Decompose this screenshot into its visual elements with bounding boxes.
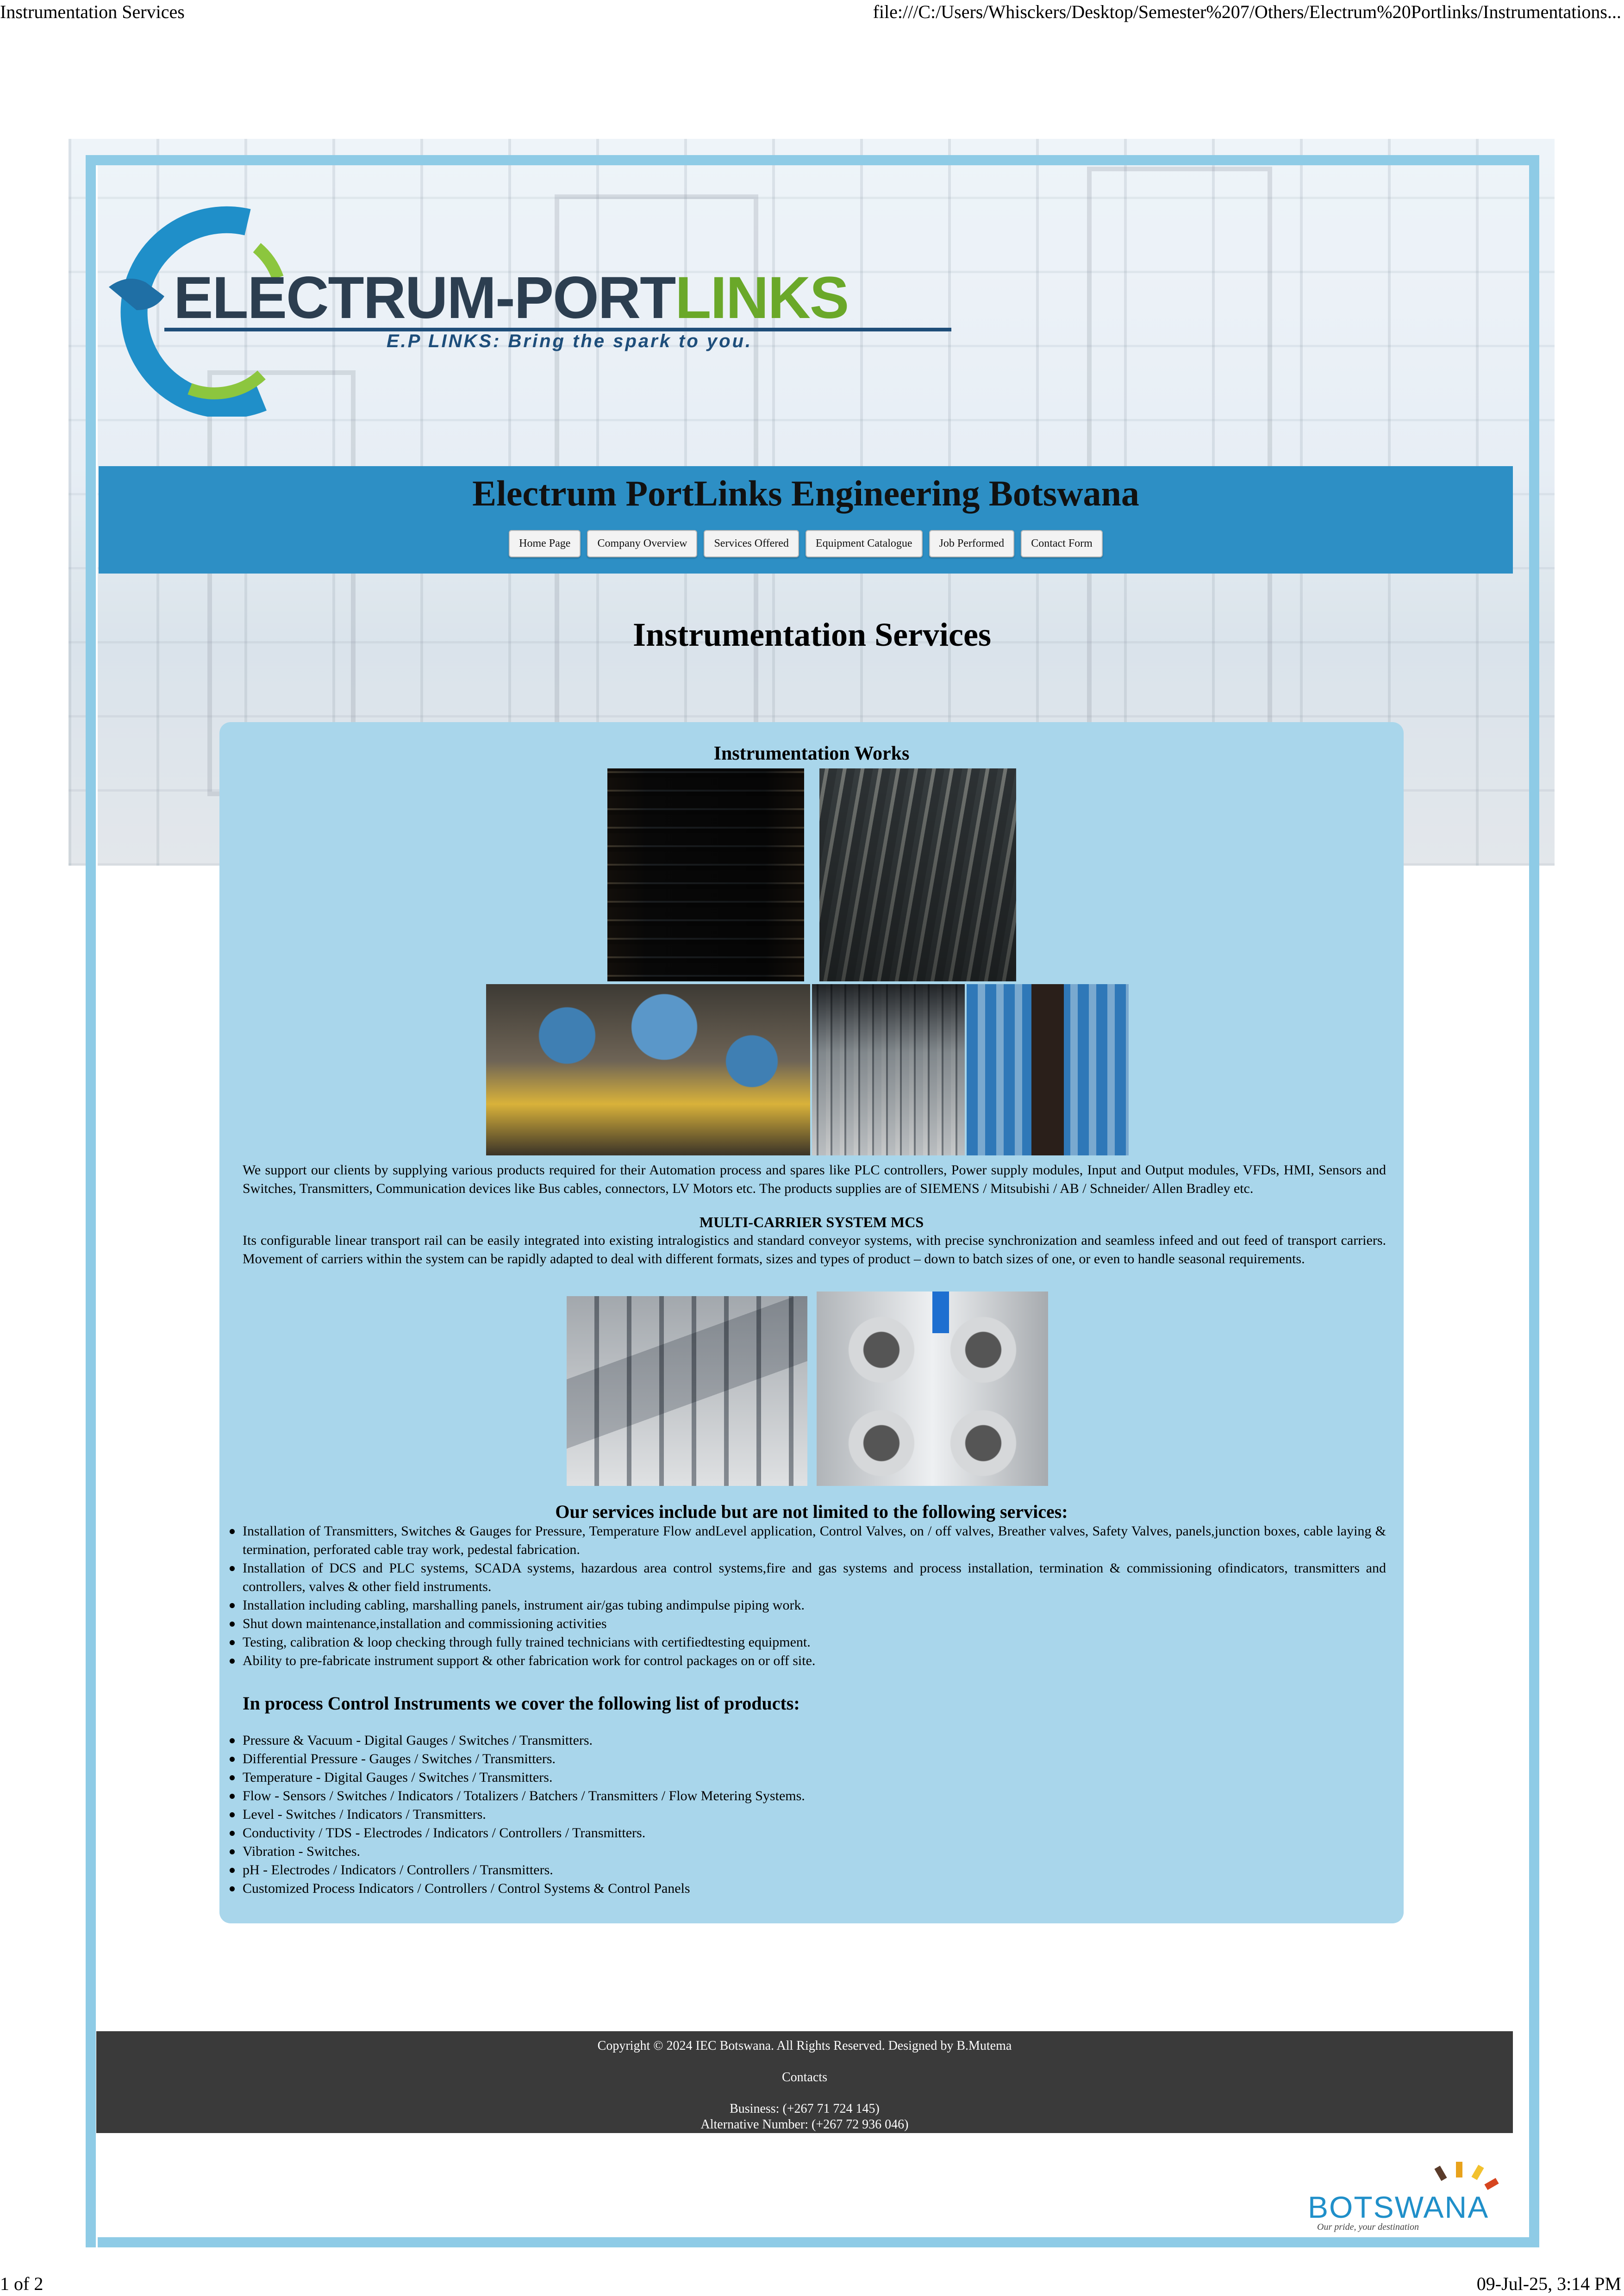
print-datetime: 09-Jul-25, 3:14 PM (1476, 2273, 1621, 2294)
list-item: Flow - Sensors / Switches / Indicators /… (230, 1787, 1386, 1805)
content-panel: Instrumentation Works We support our cli… (219, 722, 1404, 1923)
company-logo[interactable]: ELECTRUM-PORTLINKS E.P LINKS: Bring the … (95, 204, 956, 417)
list-item: Temperature - Digital Gauges / Switches … (230, 1768, 1386, 1787)
list-item: Level - Switches / Indicators / Transmit… (230, 1805, 1386, 1824)
print-page-title: Instrumentation Services (0, 1, 185, 22)
header-banner: Electrum PortLinks Engineering Botswana … (99, 466, 1513, 574)
mcs-paragraph: Its configurable linear transport rail c… (243, 1233, 1386, 1267)
list-item: pH - Electrodes / Indicators / Controlle… (230, 1861, 1386, 1879)
print-url: file:///C:/Users/Whisckers/Desktop/Semes… (873, 1, 1621, 22)
list-item: Ability to pre-fabricate instrument supp… (230, 1652, 1386, 1670)
main-nav: Home Page Company Overview Services Offe… (99, 530, 1513, 557)
list-item: Installation including cabling, marshall… (230, 1596, 1386, 1615)
nav-services-button[interactable]: Services Offered (704, 530, 799, 557)
list-item: Differential Pressure - Gauges / Switche… (230, 1750, 1386, 1768)
contacts-label: Contacts (782, 2070, 827, 2084)
copyright-text: Copyright © 2024 IEC Botswana. All Right… (597, 2039, 1012, 2053)
intro-paragraph: We support our clients by supplying vari… (243, 1162, 1386, 1196)
site-footer: Copyright © 2024 IEC Botswana. All Right… (96, 2031, 1513, 2133)
linear-rail-photo (567, 1296, 807, 1486)
print-page-count: 1 of 2 (0, 2273, 44, 2294)
mcs-title: MULTI-CARRIER SYSTEM MCS (699, 1214, 924, 1230)
nav-contact-form-button[interactable]: Contact Form (1021, 530, 1103, 557)
alternative-phone[interactable]: Alternative Number: (+267 72 936 046) (96, 2117, 1513, 2132)
list-item: Customized Process Indicators / Controll… (230, 1879, 1386, 1898)
control-panel-photo (812, 984, 965, 1155)
services-title: Our services include but are not limited… (555, 1501, 1068, 1522)
logo-tagline: E.P LINKS: Bring the spark to you. (387, 331, 753, 351)
works-title: Instrumentation Works (713, 743, 910, 764)
junction-box-photo (967, 984, 1129, 1155)
nav-job-performed-button[interactable]: Job Performed (929, 530, 1015, 557)
botswana-tourism-logo: BOTSWANA Our pride, your destination (1303, 2162, 1521, 2232)
products-list: Pressure & Vacuum - Digital Gauges / Swi… (230, 1731, 1386, 1898)
conduit-photo (819, 768, 1016, 981)
cable-tray-photo (607, 768, 804, 981)
nav-equipment-catalogue-button[interactable]: Equipment Catalogue (805, 530, 923, 557)
list-item: Installation of DCS and PLC systems, SCA… (230, 1559, 1386, 1596)
business-phone[interactable]: Business: (+267 71 724 145) (96, 2102, 1513, 2116)
list-item: Conductivity / TDS - Electrodes / Indica… (230, 1824, 1386, 1842)
nav-home-button[interactable]: Home Page (509, 530, 581, 557)
list-item: Testing, calibration & loop checking thr… (230, 1633, 1386, 1652)
pneumatic-cylinder-photo (817, 1292, 1048, 1486)
pressure-transmitters-photo (486, 984, 810, 1155)
list-item: Pressure & Vacuum - Digital Gauges / Swi… (230, 1731, 1386, 1750)
botswana-wordmark: BOTSWANA (1308, 2190, 1489, 2224)
botswana-tagline: Our pride, your destination (1317, 2222, 1419, 2232)
site-title: Electrum PortLinks Engineering Botswana (472, 473, 1139, 513)
products-title: In process Control Instruments we cover … (243, 1693, 800, 1714)
services-list: Installation of Transmitters, Switches &… (230, 1522, 1386, 1670)
logo-wordmark: ELECTRUM-PORTLINKS (174, 265, 849, 331)
list-item: Shut down maintenance,installation and c… (230, 1615, 1386, 1633)
page-title: Instrumentation Services (633, 616, 991, 653)
nav-company-overview-button[interactable]: Company Overview (587, 530, 698, 557)
list-item: Installation of Transmitters, Switches &… (230, 1522, 1386, 1559)
list-item: Vibration - Switches. (230, 1842, 1386, 1861)
